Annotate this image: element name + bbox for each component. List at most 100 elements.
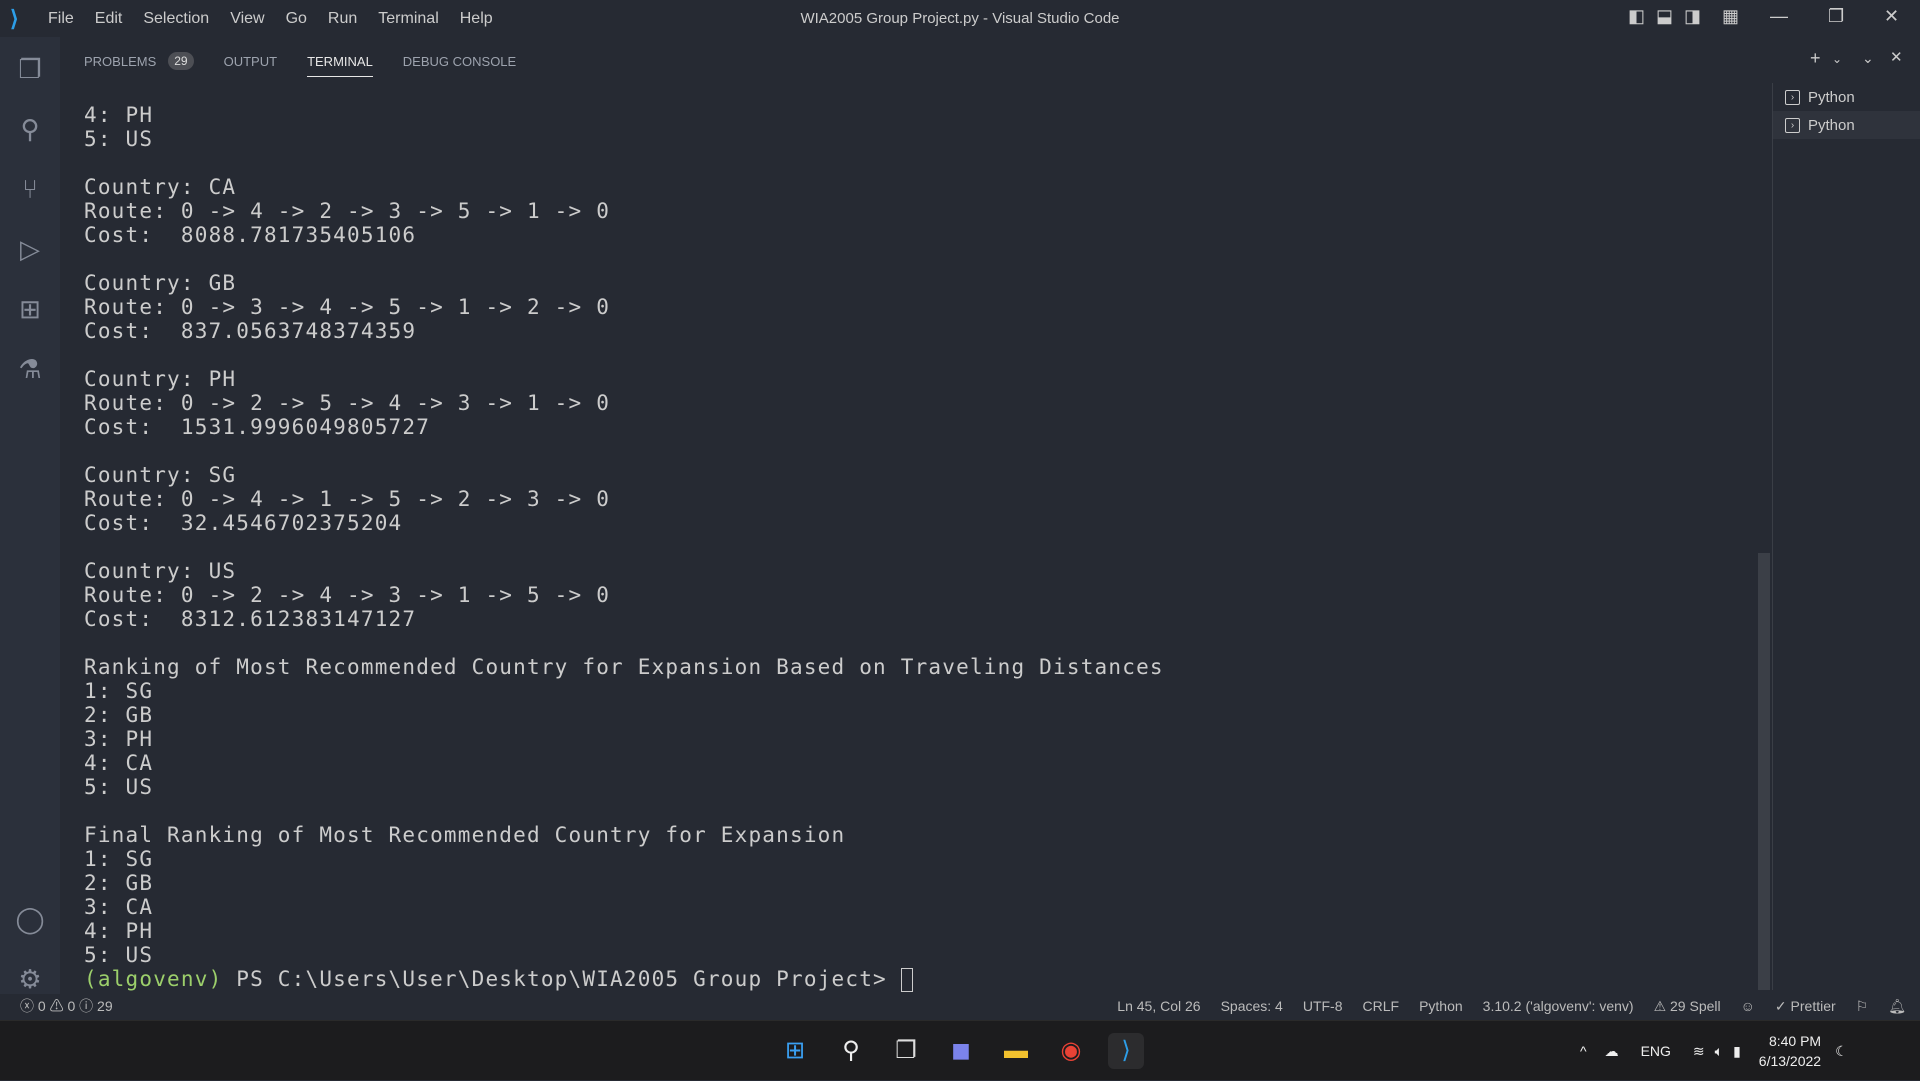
python-interpreter[interactable]: 3.10.2 ('algovenv': venv) (1483, 998, 1634, 1014)
menu-terminal[interactable]: Terminal (378, 10, 438, 28)
toggle-sidebar-icon[interactable]: ◧ (1628, 6, 1645, 27)
menu-run[interactable]: Run (328, 10, 357, 28)
menu-selection[interactable]: Selection (143, 10, 209, 28)
terminal-prompt[interactable]: (algovenv) PS C:\Users\User\Desktop\WIA2… (84, 967, 1164, 992)
feedback-icon[interactable]: ⚐ (1856, 998, 1869, 1015)
terminal-dropdown-icon[interactable]: ⌄ (1832, 52, 1842, 66)
terminal-name: Python (1808, 88, 1855, 106)
toggle-secondary-sidebar-icon[interactable]: ◨ (1684, 6, 1701, 27)
terminal-line: Cost: 8088.781735405106 (84, 223, 417, 247)
status-bar: ⓧ 0 ⚠ 0 ⓘ 29 Ln 45, Col 26 Spaces: 4 UTF… (0, 994, 1920, 1018)
menu-help[interactable]: Help (460, 10, 493, 28)
tab-terminal[interactable]: TERMINAL (307, 53, 373, 77)
search-icon[interactable]: ⚲ (833, 1033, 869, 1069)
tab-label: PROBLEMS (84, 53, 157, 69)
prettier-status[interactable]: ✓ Prettier (1775, 998, 1836, 1015)
menu-file[interactable]: File (48, 10, 74, 28)
terminal-line: 4: PH (84, 103, 154, 127)
terminal-output[interactable]: 4: PH 5: US Country: CA Route: 0 -> 4 -> 2 … (84, 103, 1164, 992)
accounts-icon[interactable]: ◯ (14, 903, 46, 935)
terminal-line: Route: 0 -> 2 -> 4 -> 3 -> 1 -> 5 -> 0 (84, 583, 611, 607)
indentation[interactable]: Spaces: 4 (1221, 998, 1283, 1014)
explorer-icon[interactable]: ❐ (14, 53, 46, 85)
teams-chat-icon[interactable]: ◼ (943, 1033, 979, 1069)
terminal-line: 4: PH (84, 919, 154, 943)
terminal-line: Route: 0 -> 4 -> 2 -> 3 -> 5 -> 1 -> 0 (84, 199, 611, 223)
tab-output[interactable]: OUTPUT (224, 54, 277, 69)
terminal-list-item[interactable]: › Python (1773, 111, 1920, 139)
problems-status[interactable]: ⓧ 0 ⚠ 0 ⓘ 29 (20, 996, 113, 1016)
menu-view[interactable]: View (230, 10, 264, 28)
menu-edit[interactable]: Edit (95, 10, 123, 28)
menu-go[interactable]: Go (286, 10, 307, 28)
tab-debug-console[interactable]: DEBUG CONSOLE (403, 54, 516, 69)
maximize-panel-icon[interactable]: ⌄ (1862, 50, 1874, 67)
terminal-scrollbar[interactable] (1758, 553, 1770, 990)
new-terminal-icon[interactable]: + (1810, 48, 1821, 69)
wifi-icon[interactable]: ≋ (1693, 1043, 1705, 1060)
focus-assist-moon-icon[interactable]: ☾ (1835, 1043, 1848, 1060)
terminal-line: Country: CA (84, 175, 237, 199)
settings-gear-icon[interactable]: ⚙ (14, 963, 46, 995)
terminal-icon: › (1785, 117, 1800, 133)
terminal-cursor (900, 968, 913, 992)
close-button[interactable]: ✕ (1884, 6, 1899, 27)
activity-bar: ❐ ⚲ ⑂ ▷ ⊞ ⚗ ◯ ⚙ 1 (0, 37, 60, 1015)
terminal-line: 1: SG (84, 679, 154, 703)
testing-icon[interactable]: ⚗ (14, 353, 46, 385)
vscode-logo-icon: ⟩ (10, 5, 19, 31)
spell-status[interactable]: ⚠ 29 Spell (1654, 998, 1721, 1015)
cursor-position[interactable]: Ln 45, Col 26 (1117, 998, 1200, 1014)
terminal-list: › Python › Python (1772, 83, 1920, 990)
terminal-list-item[interactable]: › Python (1773, 83, 1920, 111)
terminal-line: Cost: 8312.612383147127 (84, 607, 417, 631)
run-debug-icon[interactable]: ▷ (14, 233, 46, 265)
minimize-button[interactable]: — (1770, 6, 1788, 27)
close-panel-icon[interactable]: ✕ (1890, 48, 1903, 66)
system-tray: ^ ☁ ENG ≋ 🔈︎ ▮ 8:40 PM 6/13/2022 ☾ (1580, 1021, 1848, 1081)
notifications-bell-icon[interactable]: 🔔︎ (1888, 998, 1906, 1015)
chrome-icon[interactable]: ◉ (1053, 1033, 1089, 1069)
toggle-panel-icon[interactable]: ⬓ (1656, 6, 1673, 27)
copilot-icon[interactable]: ☺ (1741, 998, 1755, 1014)
terminal-line: Route: 0 -> 4 -> 1 -> 5 -> 2 -> 3 -> 0 (84, 487, 611, 511)
volume-icon[interactable]: 🔈︎ (1715, 1043, 1723, 1060)
tab-problems[interactable]: PROBLEMS 29 (84, 52, 194, 70)
extensions-icon[interactable]: ⊞ (14, 293, 46, 325)
onedrive-cloud-icon[interactable]: ☁ (1605, 1043, 1619, 1060)
tab-label: TERMINAL (307, 53, 373, 69)
source-control-icon[interactable]: ⑂ (14, 173, 46, 205)
warning-icon: ⚠ (1653, 997, 1671, 1014)
show-hidden-icons-chevron-icon[interactable]: ^ (1580, 1043, 1587, 1059)
file-explorer-icon[interactable]: ▬ (998, 1033, 1034, 1069)
warning-count: 0 (67, 998, 76, 1014)
prettier-label: Prettier (1790, 997, 1836, 1014)
terminal-line: Ranking of Most Recommended Country for … (84, 655, 1164, 679)
tab-label: OUTPUT (223, 53, 278, 69)
language-mode[interactable]: Python (1419, 998, 1463, 1014)
terminal-line: Country: PH (84, 367, 237, 391)
battery-icon[interactable]: ▮ (1733, 1043, 1741, 1060)
customize-layout-icon[interactable]: ▦ (1722, 6, 1739, 27)
windows-taskbar: ⊞ ⚲ ❐ ◼ ▬ ◉ ⟩ ^ ☁ ENG ≋ 🔈︎ ▮ 8:40 PM 6/1… (0, 1020, 1920, 1080)
prompt-path: PS C:\Users\User\Desktop\WIA2005 Group P… (222, 967, 901, 991)
terminal-line: Country: GB (84, 271, 237, 295)
line-ending[interactable]: CRLF (1363, 998, 1400, 1014)
vscode-taskbar-icon[interactable]: ⟩ (1108, 1033, 1144, 1069)
terminal-line: 3: PH (84, 727, 154, 751)
terminal-line: Route: 0 -> 2 -> 5 -> 4 -> 3 -> 1 -> 0 (84, 391, 611, 415)
input-language[interactable]: ENG (1641, 1043, 1671, 1059)
clock-time: 8:40 PM (1768, 1033, 1822, 1049)
search-icon[interactable]: ⚲ (14, 113, 46, 145)
windows-start-icon[interactable]: ⊞ (777, 1033, 813, 1069)
problems-count-badge: 29 (168, 52, 194, 70)
restore-button[interactable]: ❐ (1828, 6, 1844, 27)
encoding[interactable]: UTF-8 (1303, 998, 1343, 1014)
clock[interactable]: 8:40 PM 6/13/2022 (1759, 1031, 1821, 1071)
task-view-icon[interactable]: ❐ (888, 1033, 924, 1069)
